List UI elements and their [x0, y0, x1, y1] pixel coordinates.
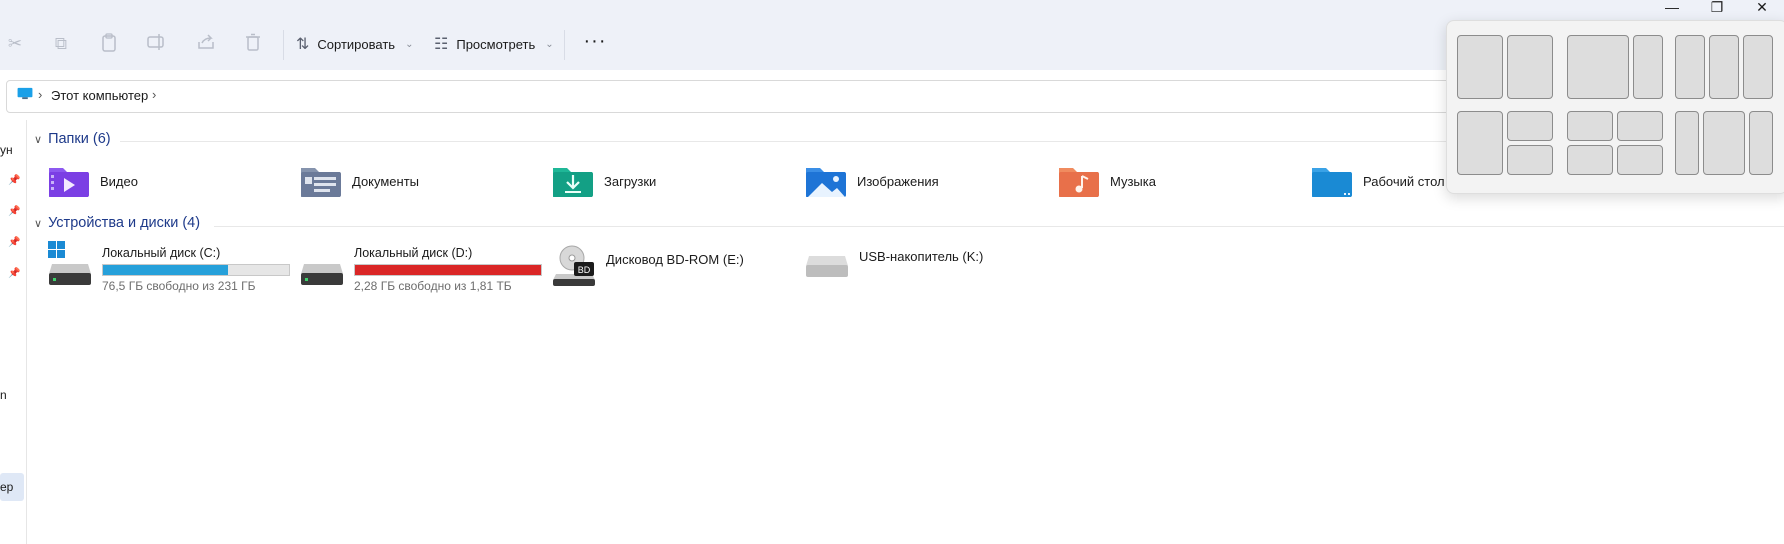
snap-zone[interactable]: [1507, 145, 1553, 175]
snap-zone[interactable]: [1617, 111, 1663, 141]
toolbar-divider: [564, 30, 565, 60]
windows-logo-icon: [48, 241, 65, 258]
more-options-button[interactable]: ···: [580, 30, 610, 56]
copy-icon[interactable]: ⧉: [50, 33, 72, 55]
snap-zone[interactable]: [1457, 35, 1503, 99]
chevron-down-icon: ∨: [34, 217, 43, 230]
hard-drive-icon: [301, 264, 343, 285]
bd-badge-text: BD: [578, 265, 591, 275]
snap-zone[interactable]: [1567, 111, 1613, 141]
drive-usage-fill: [103, 265, 228, 275]
downloads-folder-icon: [553, 168, 593, 197]
trash-icon[interactable]: [242, 33, 264, 55]
this-pc-icon: [17, 87, 33, 100]
bd-rom-drive-icon: BD: [553, 245, 595, 286]
scissors-icon[interactable]: ✂: [4, 33, 26, 55]
folder-tile-documents[interactable]: Документы: [300, 163, 419, 199]
usb-drive-icon: [806, 256, 848, 277]
breadcrumb-expand-chevron[interactable]: ›: [152, 87, 156, 102]
folder-label: Загрузки: [604, 173, 657, 189]
folder-label: Документы: [352, 173, 420, 189]
view-icon: ☷: [434, 36, 449, 53]
folder-tile-desktop[interactable]: Рабочий стол: [1311, 163, 1445, 199]
nav-item-label[interactable]: ун: [0, 143, 13, 157]
view-button[interactable]: ☷ Просмотреть ⌄: [434, 33, 554, 55]
folders-section-header[interactable]: ∨ Папки (6): [34, 131, 111, 147]
view-label: Просмотреть: [456, 36, 536, 52]
chevron-down-icon: ⌄: [405, 38, 414, 50]
nav-item-label[interactable]: n: [0, 388, 7, 402]
videos-folder-icon: [49, 168, 89, 197]
drive-free-space: 76,5 ГБ свободно из 231 ГБ: [102, 279, 256, 293]
breadcrumb-this-pc[interactable]: Этот компьютер: [51, 88, 148, 103]
drive-usage-bar: [102, 264, 290, 276]
drive-label: Дисковод BD-ROM (E:): [606, 251, 744, 267]
folder-tile-downloads[interactable]: Загрузки: [552, 163, 656, 199]
snap-zone[interactable]: [1617, 145, 1663, 175]
devices-section-header[interactable]: ∨ Устройства и диски (4): [34, 215, 200, 231]
chevron-down-icon: ∨: [34, 133, 43, 146]
drive-free-space: 2,28 ГБ свободно из 1,81 ТБ: [354, 279, 512, 293]
sort-icon: ⇅: [296, 36, 310, 53]
nav-item-selected[interactable]: ер: [0, 473, 24, 501]
snap-zone[interactable]: [1457, 111, 1503, 175]
drive-tile-c[interactable]: Локальный диск (C:) 76,5 ГБ свободно из …: [48, 241, 290, 293]
documents-folder-icon: [301, 168, 341, 197]
close-button[interactable]: ✕: [1740, 0, 1784, 14]
drive-usage-bar: [354, 264, 542, 276]
folders-section-title: Папки (6): [48, 131, 111, 147]
drive-tile-k[interactable]: USB-накопитель (K:): [805, 248, 984, 280]
drive-label: Локальный диск (C:): [102, 246, 221, 260]
drive-label: Локальный диск (D:): [354, 246, 473, 260]
snap-zone[interactable]: [1507, 111, 1553, 141]
snap-layouts-flyout: [1446, 20, 1784, 194]
toolbar-divider: [283, 30, 284, 60]
folder-label: Видео: [100, 173, 138, 189]
system-drive-icon: [49, 264, 91, 285]
drive-usage-fill: [355, 265, 541, 275]
share-icon[interactable]: [195, 33, 217, 55]
snap-zone[interactable]: [1703, 111, 1745, 175]
drive-tile-e[interactable]: BD Дисковод BD-ROM (E:): [552, 244, 744, 288]
breadcrumb-separator: ›: [38, 87, 43, 102]
snap-zone[interactable]: [1675, 35, 1705, 99]
minimize-button[interactable]: —: [1650, 0, 1694, 14]
folder-tile-pictures[interactable]: Изображения: [805, 163, 939, 199]
sort-label: Сортировать: [317, 36, 396, 52]
devices-section-title: Устройства и диски (4): [48, 215, 201, 231]
rename-icon[interactable]: [146, 33, 168, 55]
snap-zone[interactable]: [1743, 35, 1773, 99]
drive-tile-d[interactable]: Локальный диск (D:) 2,28 ГБ свободно из …: [300, 244, 542, 293]
paste-icon[interactable]: [98, 33, 120, 55]
snap-zone[interactable]: [1749, 111, 1773, 175]
snap-zone[interactable]: [1633, 35, 1663, 99]
nav-item-label: ер: [0, 480, 14, 494]
snap-zone[interactable]: [1709, 35, 1739, 99]
snap-zone[interactable]: [1567, 145, 1613, 175]
drive-label: USB-накопитель (K:): [859, 248, 984, 264]
pin-icon: 📌: [8, 237, 21, 248]
pin-icon: 📌: [8, 206, 21, 217]
desktop-folder-icon: [1312, 168, 1352, 197]
folder-label: Музыка: [1110, 173, 1156, 189]
snap-zone[interactable]: [1675, 111, 1699, 175]
folder-label: Рабочий стол: [1363, 173, 1445, 189]
snap-zone[interactable]: [1567, 35, 1629, 99]
pin-icon: 📌: [8, 175, 21, 186]
folder-tile-music[interactable]: Музыка: [1058, 163, 1156, 199]
sort-button[interactable]: ⇅ Сортировать ⌄: [296, 33, 413, 55]
snap-zone[interactable]: [1507, 35, 1553, 99]
section-divider: [214, 226, 1784, 227]
folder-label: Изображения: [857, 173, 939, 189]
pin-icon: 📌: [8, 268, 21, 279]
folder-tile-videos[interactable]: Видео: [48, 163, 138, 199]
music-folder-icon: [1059, 168, 1099, 197]
pictures-folder-icon: [806, 168, 846, 197]
chevron-down-icon: ⌄: [545, 38, 554, 50]
restore-button[interactable]: ❐: [1695, 0, 1739, 14]
